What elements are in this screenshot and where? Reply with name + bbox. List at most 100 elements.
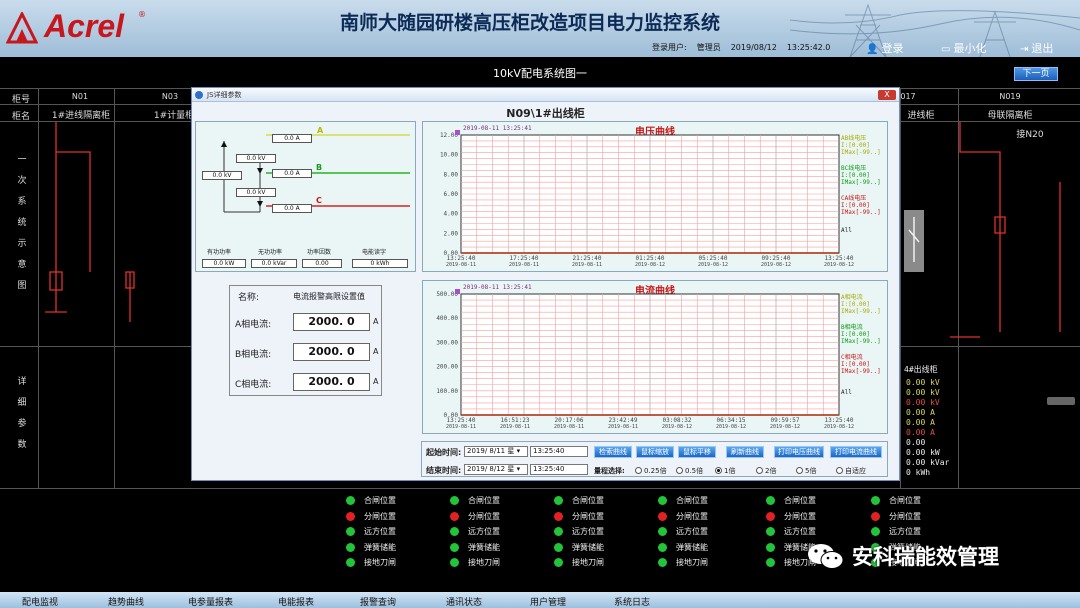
nav-comm-status[interactable]: 通讯状态 [446, 595, 482, 608]
legend-entry[interactable]: AB线电压 I:[0.00] IMax[-99..] [841, 135, 881, 156]
nav-trend-curve[interactable]: 趋势曲线 [108, 595, 144, 608]
nav-user-mgmt[interactable]: 用户管理 [530, 595, 566, 608]
option-label: 1倍 [724, 467, 736, 475]
nav-system-log[interactable]: 系统日志 [614, 595, 650, 608]
cabinet-name: 进线柜 [907, 111, 935, 121]
scale-option-1[interactable]: 1倍 [715, 466, 735, 476]
status-indicator-icon [346, 527, 355, 537]
status-indicator-icon [554, 542, 563, 552]
reading-value: 0.00 [906, 438, 926, 447]
legend-text: IMax[-99..] [841, 308, 881, 315]
login-button[interactable]: 👤 登录 [866, 40, 903, 56]
x-tick-label: 13:25:40 [825, 255, 854, 262]
y-tick-label: 8.00 [444, 171, 459, 178]
nav-alarm-query[interactable]: 报警查询 [360, 595, 396, 608]
phase-c-current-box: 0.0 A [272, 204, 312, 213]
wiring-panel: A B C 0.0 A 0.0 kV 0.0 kV 0.0 A 0.0 kV 0… [195, 121, 416, 272]
x-tick-label: 17:25:40 [510, 255, 539, 262]
legend-all[interactable]: All [841, 227, 852, 234]
mouse-zoom-button[interactable]: 鼠标缩放 [636, 446, 674, 458]
status-label: 合闸位置 [468, 496, 500, 506]
legend-entry[interactable]: A相电流 I:[0.00] IMax[-99..] [841, 294, 881, 315]
minimize-button[interactable]: ▭ 最小化 [941, 40, 986, 56]
section-char: 细 [17, 398, 27, 408]
legend-all[interactable]: All [841, 389, 852, 396]
legend-entry[interactable]: BC线电压 I:[0.00] IMax[-99..] [841, 165, 881, 186]
section-char: 数 [17, 440, 27, 450]
x-tick-date: 2019-08-12 [635, 262, 665, 268]
unit: kV [223, 172, 232, 179]
phase-a-alarm-input[interactable]: 2000. 0 [293, 313, 370, 331]
legend-text: BC线电压 [841, 165, 867, 172]
x-tick-label: 13:25:40 [447, 417, 476, 424]
mouse-pan-button[interactable]: 鼠标平移 [678, 446, 716, 458]
phase-b-alarm-input[interactable]: 2000. 0 [293, 343, 370, 361]
status-indicator-icon [658, 558, 667, 568]
cabinet-heading: N09\1#出线柜 [506, 107, 585, 120]
section-detail-params: 详 细 参 数 [17, 372, 27, 456]
close-button[interactable]: X [878, 90, 896, 100]
status-label: 弹簧储能 [572, 542, 604, 552]
search-curve-button[interactable]: 检索曲线 [594, 446, 632, 458]
scale-option-0-5[interactable]: 0.5倍 [676, 466, 703, 476]
print-voltage-button[interactable]: 打印电压曲线 [774, 446, 824, 458]
status-label: 远方位置 [364, 527, 396, 537]
status-row: 接地刀闸 [554, 555, 634, 571]
end-time-spinner[interactable]: 13:25:40 [530, 464, 588, 475]
start-time-spinner[interactable]: 13:25:40 [530, 446, 588, 457]
row-label-cabinet-no: 柜号 [12, 95, 31, 105]
nav-energy-report[interactable]: 电能报表 [278, 595, 314, 608]
status-row: 远方位置 [554, 524, 634, 540]
scale-option-auto[interactable]: 自适应 [836, 466, 866, 476]
ab-voltage-box: 0.0 kV [236, 154, 276, 163]
current-chart[interactable]: 电流曲线 2019-08-11 13:25:41 500.00 400.00 300… [422, 280, 888, 434]
print-current-button[interactable]: 打印电流曲线 [830, 446, 882, 458]
end-date-picker[interactable]: 2019/ 8/12 星 ▾ [464, 464, 528, 475]
exit-button[interactable]: ⇥ 退出 [1020, 40, 1053, 56]
status-row: 弹簧储能 [450, 540, 530, 556]
x-tick-date: 2019-08-12 [662, 424, 692, 430]
scroll-handle-icon[interactable] [1046, 394, 1076, 408]
nav-param-report[interactable]: 电参量报表 [188, 595, 233, 608]
phase-c-alarm-input[interactable]: 2000. 0 [293, 373, 370, 391]
nav-power-monitor[interactable]: 配电监视 [22, 595, 58, 608]
legend-entry[interactable]: CA线电压 I:[0.00] IMax[-99..] [841, 195, 881, 216]
legend-entry[interactable]: C相电流 I:[0.00] IMax[-99..] [841, 354, 881, 375]
dialog-titlebar[interactable]: JS详细参数 X [192, 88, 899, 102]
legend-entry[interactable]: B相电流 I:[0.00] IMax[-99..] [841, 324, 881, 345]
x-tick-date: 2019-08-11 [500, 424, 530, 430]
y-tick-label: 4.00 [444, 211, 459, 218]
x-tick-date: 2019-08-12 [716, 424, 746, 430]
scale-option-2[interactable]: 2倍 [756, 466, 776, 476]
legend-text: IMax[-99..] [841, 179, 881, 186]
logo-text: Acrel [44, 8, 125, 44]
refresh-curve-button[interactable]: 刷新曲线 [726, 446, 764, 458]
start-time-label: 起始时间: [426, 448, 462, 457]
status-label: 弹簧储能 [468, 542, 500, 552]
radio-icon [676, 467, 683, 474]
breaker-status-column: 合闸位置 分闸位置 远方位置 弹簧储能 接地刀闸 [658, 493, 738, 571]
value: 0 [370, 260, 375, 267]
start-date-picker[interactable]: 2019/ 8/11 星 ▾ [464, 446, 528, 457]
x-tick-label: 06:34:15 [717, 417, 746, 424]
app-icon [195, 91, 203, 99]
y-tick-label: 2.00 [444, 230, 459, 237]
status-indicator-icon [450, 511, 459, 521]
x-tick-date: 2019-08-11 [446, 424, 476, 430]
next-page-button[interactable]: 下一页 [1014, 67, 1058, 81]
x-tick-date: 2019-08-11 [509, 262, 539, 268]
reading-value: 0.00 A [906, 428, 935, 437]
measure-label: 电能读字 [362, 249, 387, 256]
status-label: 分闸位置 [676, 511, 708, 521]
voltage-chart[interactable]: 电压曲线 2019-08-11 13:25:41 12.00 10.00 8.00 6… [422, 121, 888, 272]
ca-voltage-box: 0.0 kV [202, 171, 242, 180]
status-indicator-icon [450, 527, 459, 537]
x-tick-date: 2019-08-12 [698, 262, 728, 268]
scale-option-0-25[interactable]: 0.25倍 [635, 466, 667, 476]
y-tick-label: 200.00 [436, 364, 458, 371]
status-indicator-icon [766, 527, 775, 537]
radio-selected-icon [715, 467, 722, 474]
x-tick-label: 01:25:40 [636, 255, 665, 262]
option-label: 0.5倍 [685, 467, 704, 475]
scale-option-5[interactable]: 5倍 [796, 466, 816, 476]
